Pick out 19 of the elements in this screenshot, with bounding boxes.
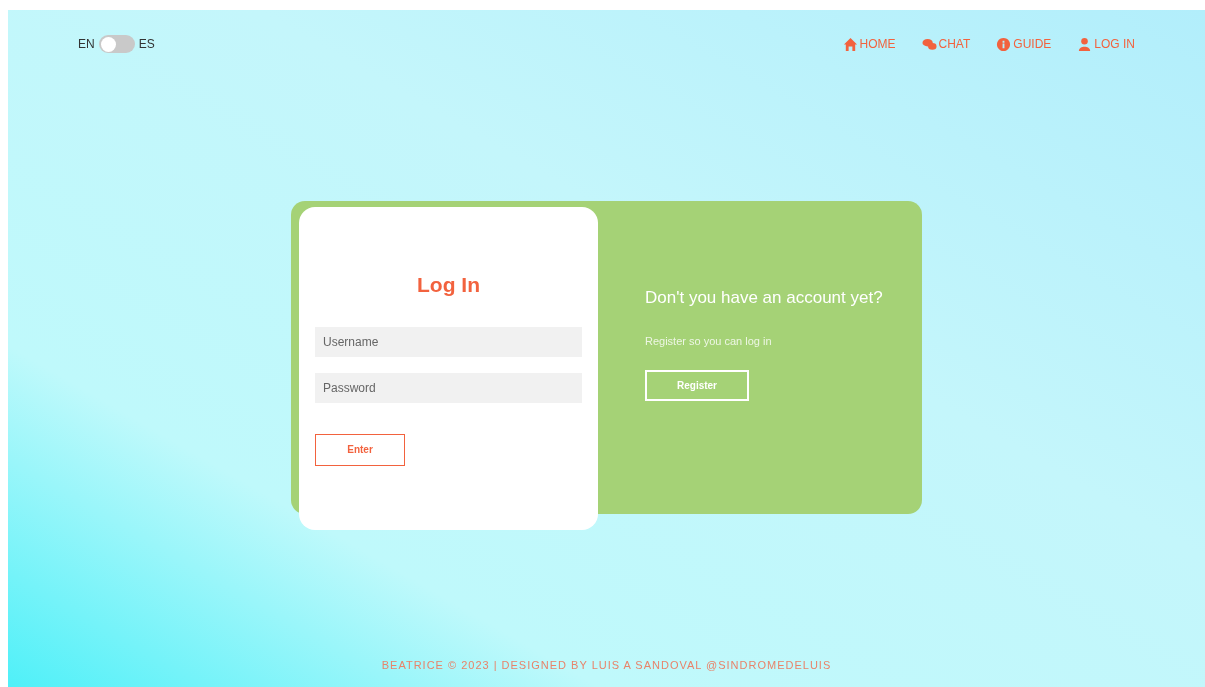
username-field[interactable]: Username xyxy=(315,326,582,357)
register-button[interactable]: Register xyxy=(645,369,749,401)
login-title: Log In xyxy=(416,272,481,298)
nav-link[interactable]: LOG IN xyxy=(1077,35,1135,53)
register-text: Register so you can log in xyxy=(645,334,772,349)
user-icon xyxy=(1077,36,1093,52)
password-field[interactable]: Password xyxy=(315,372,582,403)
speech-bubbles-icon xyxy=(921,36,937,52)
footer-text: BEATRICE © 2023 | DESIGNED BY LUIS A SANDOVAL @SINDROMEDELUIS xyxy=(381,657,832,673)
language-label: ES xyxy=(138,36,155,53)
home-icon xyxy=(842,36,858,52)
info-icon xyxy=(996,36,1012,52)
nav-link[interactable]: CHAT xyxy=(921,35,971,53)
nav-link[interactable]: HOME xyxy=(842,35,896,53)
enter-button[interactable]: Enter xyxy=(315,433,405,466)
language-label: EN xyxy=(78,36,95,53)
language-toggle[interactable] xyxy=(98,35,135,53)
nav-link[interactable]: GUIDE xyxy=(996,35,1052,53)
register-heading: Don't you have an account yet? xyxy=(645,287,884,309)
